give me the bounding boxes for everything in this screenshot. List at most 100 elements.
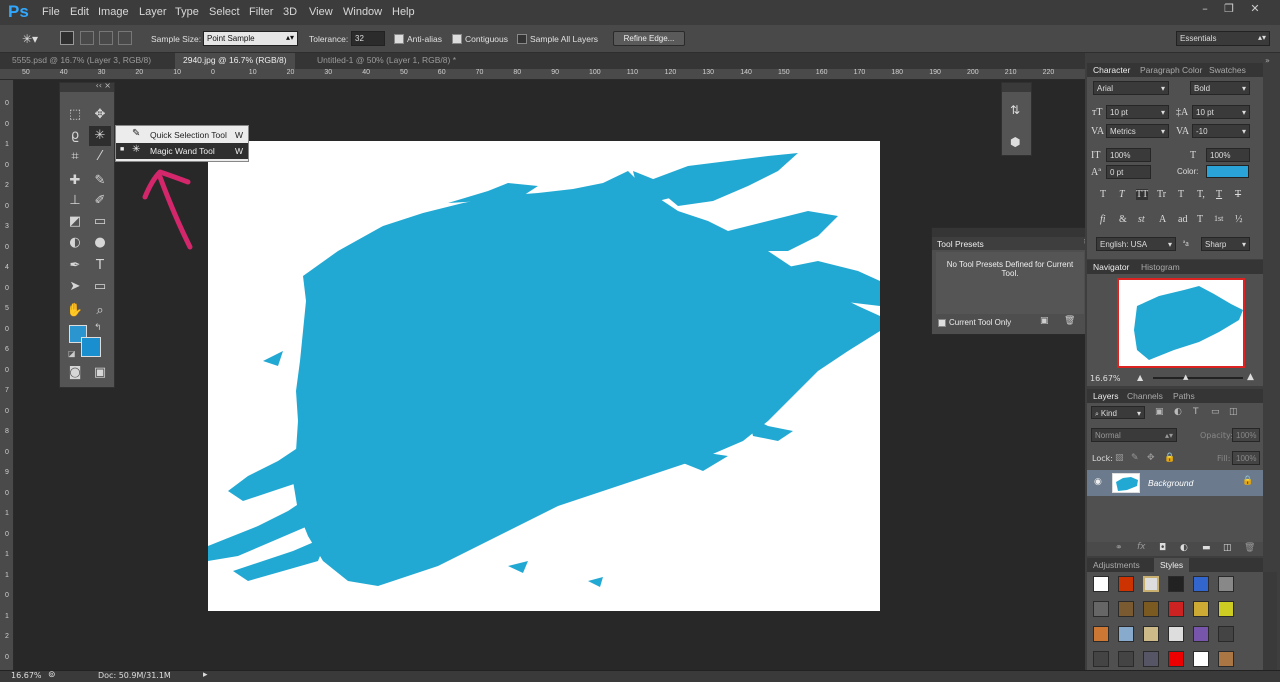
style-swatch[interactable] [1168,651,1184,667]
style-swatch[interactable] [1168,601,1184,617]
menu-view[interactable]: View [309,6,333,18]
history-brush-icon[interactable]: ✐ [89,191,111,211]
menu-window[interactable]: Window [343,6,382,18]
close-icon[interactable]: ✕ [1246,3,1264,16]
discretionary-icon[interactable]: & [1119,214,1127,225]
style-swatch[interactable] [1118,576,1134,592]
pen-tool-icon[interactable]: ✒ [64,256,86,276]
brush-tool-icon[interactable]: ✎ [89,171,111,191]
style-swatch[interactable] [1218,576,1234,592]
lock-all-icon[interactable]: 🔒 [1164,453,1175,463]
new-group-icon[interactable]: ▬ [1202,543,1211,553]
tab-paragraph[interactable]: Paragraph [1140,65,1180,75]
style-swatch[interactable] [1093,576,1109,592]
menu-layer[interactable]: Layer [139,6,167,18]
style-swatch[interactable] [1193,601,1209,617]
eyedropper-tool-icon[interactable]: ⁄ [89,147,111,167]
dodge-tool-icon[interactable]: ● [89,233,111,253]
sample-size-select[interactable]: Point Sample ▴▾ [203,31,298,46]
crop-tool-icon[interactable]: ⌗ [64,147,86,167]
navigator-preview[interactable] [1117,278,1245,368]
style-swatch[interactable] [1118,651,1134,667]
style-swatch[interactable] [1143,576,1159,592]
subscript-icon[interactable]: T, [1197,189,1205,200]
dock-collapse-icon[interactable]: » [1265,56,1270,65]
ordinals-icon[interactable]: T [1197,214,1203,225]
zoom-out-icon[interactable]: ▲ [1137,373,1143,382]
eraser-tool-icon[interactable]: ◩ [64,212,86,232]
type-tool-icon[interactable]: T [89,256,111,276]
styles-scrollbar[interactable] [1263,572,1277,670]
tab-navigator[interactable]: Navigator [1093,262,1129,272]
ligatures-icon[interactable]: fi [1100,214,1106,225]
flyout-item-magic-wand[interactable]: ■ ✳ Magic Wand Tool W [116,143,248,159]
layer-row[interactable]: ◉ Background 🔒 [1087,470,1263,496]
zoom-in-icon[interactable]: ▲ [1247,372,1254,382]
style-swatch[interactable] [1093,601,1109,617]
blur-tool-icon[interactable]: ◐ [64,233,86,253]
zoom-slider-track[interactable] [1153,377,1243,379]
visibility-eye-icon[interactable]: ◉ [1094,477,1102,487]
tab-channels[interactable]: Channels [1127,391,1163,401]
sample-all-layers-checkbox[interactable] [517,34,527,44]
small-caps-icon[interactable]: Tr [1157,189,1166,200]
baseline-shift-input[interactable]: 0 pt [1106,165,1151,179]
titling-icon[interactable]: A [1159,214,1166,225]
tab-character[interactable]: Character [1093,65,1130,75]
add-selection-icon[interactable] [80,31,94,45]
restore-icon[interactable]: ❐ [1220,3,1238,16]
menu-edit[interactable]: Edit [70,6,89,18]
collapse-icon[interactable]: ‹‹ [96,81,102,90]
menu-file[interactable]: File [42,6,60,18]
tab-histogram[interactable]: Histogram [1141,262,1180,272]
toolbox-header[interactable]: ‹‹ × [60,81,114,92]
rectangle-tool-icon[interactable]: ▭ [89,277,111,297]
layer-filter-select[interactable]: ⌕ Kind ▾ [1091,406,1145,419]
swash-icon[interactable]: st [1138,214,1145,225]
tab-2940[interactable]: 2940.jpg @ 16.7% (RGB/8) [175,53,295,69]
3d-cube-icon[interactable]: ⬢ [1010,135,1020,149]
style-swatch[interactable] [1168,626,1184,642]
style-swatch[interactable] [1218,651,1234,667]
style-swatch[interactable] [1143,601,1159,617]
layer-style-icon[interactable]: fx [1137,542,1146,552]
filter-adjustment-icon[interactable]: ◐ [1174,407,1182,417]
contiguous-checkbox[interactable] [452,34,462,44]
magic-wand-tool-icon[interactable]: ✳ [89,126,111,146]
clone-stamp-icon[interactable]: ⊥ [64,191,86,211]
subtract-selection-icon[interactable] [99,31,113,45]
faux-bold-icon[interactable]: T [1100,189,1106,200]
workspace-select[interactable]: Essentials ▴▾ [1176,31,1270,46]
new-preset-icon[interactable]: ▣ [1040,316,1049,326]
superscript-icon[interactable]: T [1178,189,1184,200]
menu-image[interactable]: Image [98,6,129,18]
document-canvas[interactable] [208,141,880,611]
new-selection-icon[interactable] [60,31,74,45]
new-layer-icon[interactable]: ◫ [1223,543,1232,553]
status-zoom[interactable]: 16.67% [11,671,42,680]
style-swatch[interactable] [1168,576,1184,592]
minimize-icon[interactable]: – [1196,3,1214,16]
tab-color[interactable]: Color [1182,65,1202,75]
link-layers-icon[interactable]: ⚭ [1115,543,1123,553]
tab-adjustments[interactable]: Adjustments [1093,560,1140,570]
add-mask-icon[interactable]: ◘ [1159,543,1166,553]
vertical-scale-input[interactable]: 100% [1106,148,1151,162]
fractions-icon[interactable]: ½ [1235,214,1243,225]
tab-5555[interactable]: 5555.psd @ 16.7% (Layer 3, RGB/8) [4,53,159,69]
refine-edge-button[interactable]: Refine Edge... [613,31,685,46]
path-selection-icon[interactable]: ➤ [64,277,86,297]
opacity-input[interactable]: 100% [1232,428,1260,442]
menu-help[interactable]: Help [392,6,415,18]
font-family-select[interactable]: Arial ▾ [1093,81,1169,95]
stylistic-icon[interactable]: ad [1178,214,1187,225]
lock-position-icon[interactable]: ✥ [1147,453,1155,463]
intersect-selection-icon[interactable] [118,31,132,45]
default-colors-icon[interactable]: ◪ [68,349,76,358]
background-color-swatch[interactable] [81,337,101,357]
filter-smart-icon[interactable]: ◫ [1229,407,1238,417]
move-tool-icon[interactable]: ✥ [89,105,111,125]
menu-3d[interactable]: 3D [283,6,297,18]
style-swatch[interactable] [1193,651,1209,667]
quick-mask-icon[interactable]: ◙ [64,363,86,383]
